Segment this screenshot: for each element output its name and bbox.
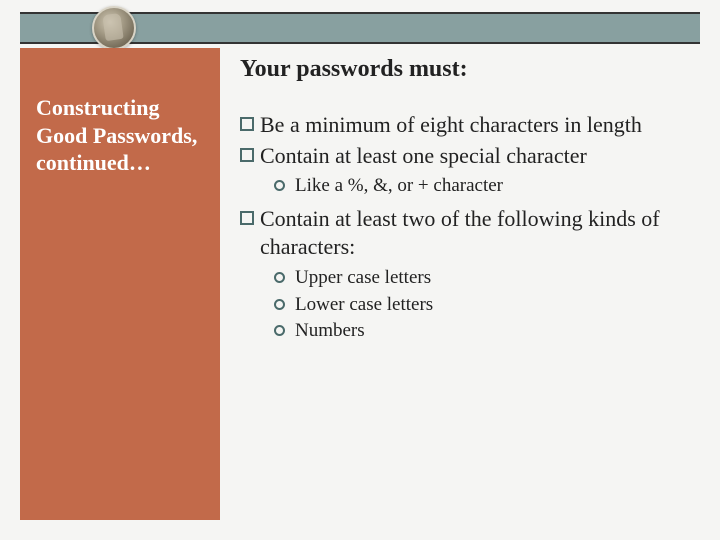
circle-bullet-icon (274, 272, 285, 283)
sub-list: Like a %, &, or + character (274, 174, 682, 199)
bullet-text: Contain at least one special character (260, 142, 587, 171)
bullet-text: Contain at least two of the following ki… (260, 205, 682, 262)
list-item: Contain at least two of the following ki… (240, 205, 682, 262)
sub-bullet-text: Lower case letters (295, 293, 433, 318)
medallion-icon (92, 6, 136, 50)
slide-body: Constructing Good Passwords, continued… … (20, 48, 700, 520)
square-bullet-icon (240, 211, 254, 225)
circle-bullet-icon (274, 180, 285, 191)
requirements-list: Be a minimum of eight characters in leng… (240, 111, 682, 344)
sub-list-item: Numbers (274, 319, 682, 344)
circle-bullet-icon (274, 325, 285, 336)
list-item: Be a minimum of eight characters in leng… (240, 111, 682, 140)
slide-heading: Your passwords must: (240, 56, 682, 83)
main-content: Your passwords must: Be a minimum of eig… (220, 48, 700, 520)
bullet-text: Be a minimum of eight characters in leng… (260, 111, 642, 140)
square-bullet-icon (240, 117, 254, 131)
sub-list: Upper case letters Lower case letters Nu… (274, 266, 682, 344)
sub-bullet-text: Like a %, &, or + character (295, 174, 503, 199)
circle-bullet-icon (274, 299, 285, 310)
sidebar-title: Constructing Good Passwords, continued… (36, 94, 204, 177)
sub-bullet-text: Upper case letters (295, 266, 431, 291)
sub-list-item: Upper case letters (274, 266, 682, 291)
list-item: Contain at least one special character (240, 142, 682, 171)
sub-list-item: Lower case letters (274, 293, 682, 318)
sub-bullet-text: Numbers (295, 319, 365, 344)
square-bullet-icon (240, 148, 254, 162)
sidebar: Constructing Good Passwords, continued… (20, 48, 220, 520)
sub-list-item: Like a %, &, or + character (274, 174, 682, 199)
